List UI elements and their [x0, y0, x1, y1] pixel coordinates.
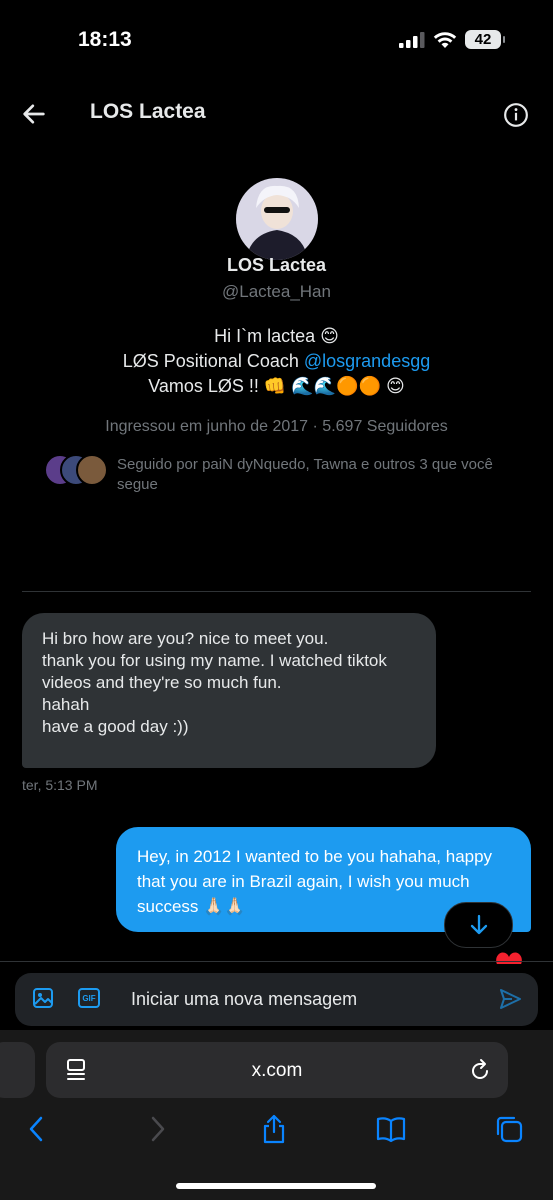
wifi-icon	[433, 31, 457, 48]
previous-tab[interactable]	[0, 1042, 35, 1098]
incoming-message-bubble[interactable]: Hi bro how are you? nice to meet you. th…	[22, 613, 436, 768]
conversation-title: LOS Lactea	[90, 100, 206, 123]
info-icon[interactable]	[503, 102, 529, 128]
home-indicator	[176, 1183, 376, 1189]
joined-and-followers: Ingressou em junho de 2017 · 5.697 Segui…	[105, 418, 448, 435]
arrow-down-icon	[470, 914, 487, 935]
profile-avatar[interactable]	[236, 178, 318, 260]
composer-divider	[0, 961, 553, 962]
gif-icon[interactable]: GIF	[78, 988, 100, 1008]
image-icon[interactable]	[32, 987, 54, 1009]
message-input[interactable]: Iniciar uma nova mensagem	[131, 989, 357, 1010]
reload-icon[interactable]	[468, 1057, 492, 1083]
bio-line-2-text: LØS Positional Coach	[122, 351, 304, 371]
bookmarks-icon[interactable]	[376, 1114, 406, 1144]
send-icon[interactable]	[498, 988, 522, 1010]
status-icons: 42	[399, 30, 505, 49]
tabs-icon[interactable]	[494, 1114, 524, 1144]
bio-line-1: Hi I`m lactea 😊	[214, 326, 339, 346]
scroll-to-bottom-button[interactable]	[444, 902, 513, 948]
followed-by-text[interactable]: Seguido por paiN dyNquedo, Tawna e outro…	[117, 455, 517, 495]
browser-back-icon[interactable]	[22, 1114, 52, 1144]
profile-bio: Hi I`m lactea 😊 LØS Positional Coach @lo…	[0, 324, 553, 399]
browser-forward-icon[interactable]	[142, 1114, 172, 1144]
follower-avatar	[76, 454, 108, 486]
url-text[interactable]: x.com	[46, 1060, 508, 1082]
followed-by-avatars[interactable]	[44, 454, 108, 486]
profile-handle: @Lactea_Han	[222, 282, 331, 301]
gif-label: GIF	[82, 993, 96, 1003]
bio-line-2: LØS Positional Coach @losgrandesgg	[0, 349, 553, 374]
divider	[22, 591, 531, 592]
share-icon[interactable]	[259, 1114, 289, 1144]
mention-link[interactable]: @losgrandesgg	[304, 351, 430, 371]
status-time: 18:13	[78, 28, 132, 51]
bio-line-3: Vamos LØS !! 👊 🌊🌊🟠🟠 😊	[148, 376, 405, 396]
signal-icon	[399, 31, 425, 48]
back-arrow-icon[interactable]	[20, 100, 48, 128]
message-timestamp: ter, 5:13 PM	[22, 777, 98, 793]
profile-name[interactable]: LOS Lactea	[0, 255, 553, 276]
battery-indicator: 42	[465, 30, 505, 49]
